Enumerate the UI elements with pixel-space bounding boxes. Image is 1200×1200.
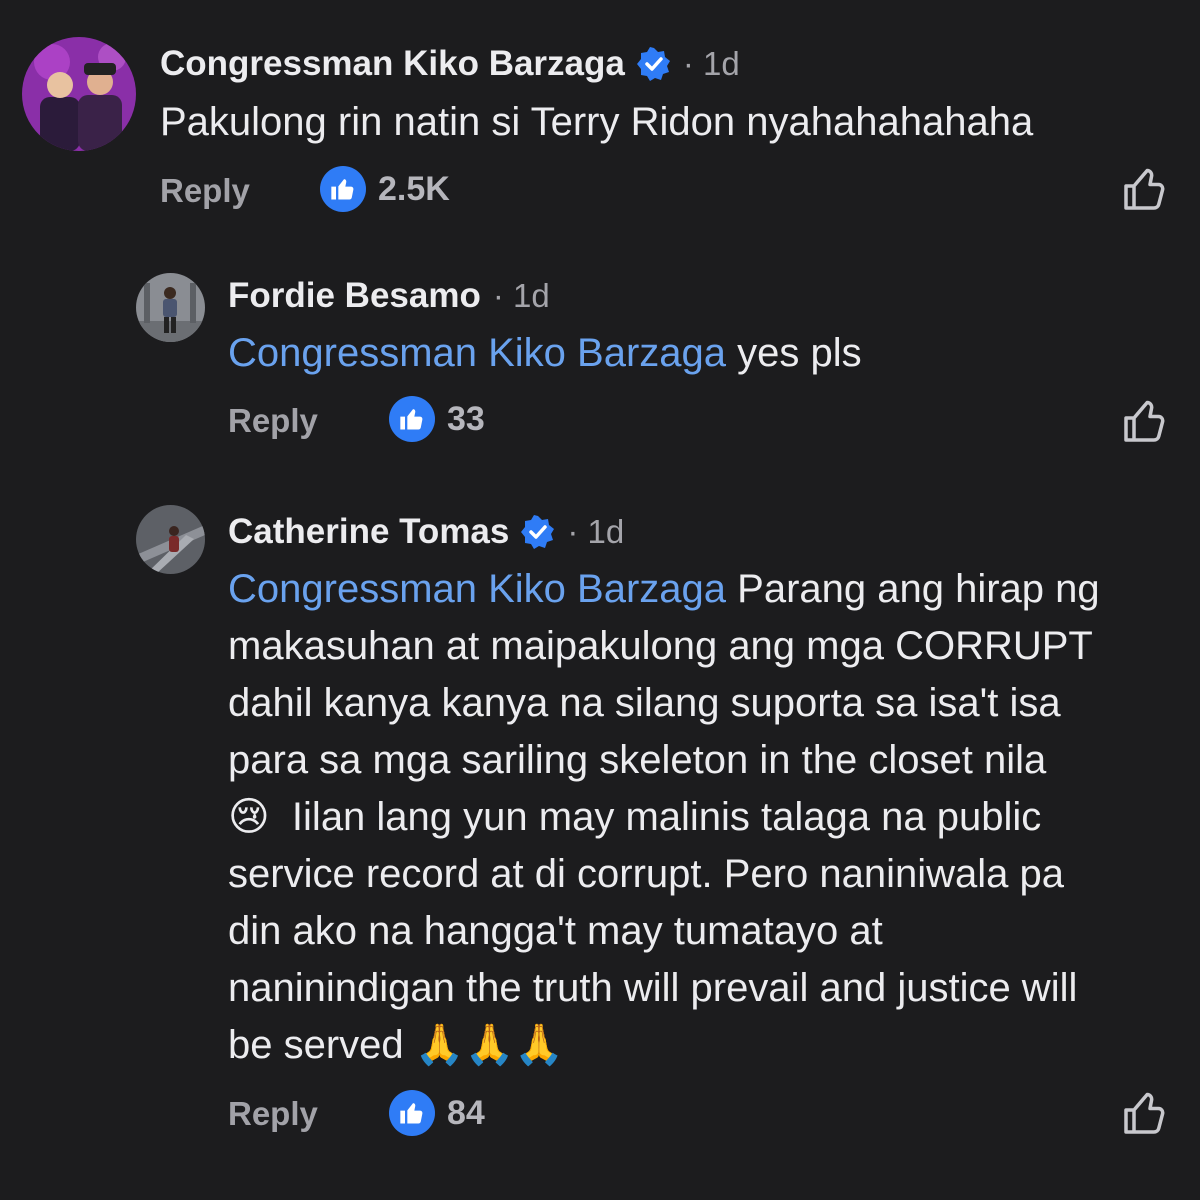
comment-time: · 1d xyxy=(682,45,740,82)
thumbs-up-icon xyxy=(389,1090,435,1136)
avatar[interactable] xyxy=(22,37,136,151)
verified-badge-icon xyxy=(636,47,671,81)
comment-text: Congressman Kiko Barzaga yes pls xyxy=(228,325,862,382)
author-name[interactable]: Congressman Kiko Barzaga xyxy=(160,44,625,84)
reply-button[interactable]: Reply xyxy=(228,402,318,440)
mention-link[interactable]: Congressman Kiko Barzaga xyxy=(228,567,726,611)
like-summary[interactable]: 2.5K xyxy=(320,166,450,212)
comment-time: · 1d xyxy=(492,277,550,314)
like-summary[interactable]: 33 xyxy=(389,396,485,442)
like-count: 33 xyxy=(447,399,485,438)
thumbs-up-outline-icon[interactable] xyxy=(1120,164,1170,214)
comment-header: Catherine Tomas · 1d xyxy=(228,512,624,552)
thumbs-up-outline-icon[interactable] xyxy=(1120,396,1170,446)
like-count: 2.5K xyxy=(378,169,450,208)
comment-text: Congressman Kiko Barzaga Parang ang hira… xyxy=(228,561,1188,1074)
comment-text: Pakulong rin natin si Terry Ridon nyahah… xyxy=(160,94,1033,151)
comment-body: Pakulong rin natin si Terry Ridon nyahah… xyxy=(160,100,1034,144)
comment-time: · 1d xyxy=(567,513,625,550)
reply-button[interactable]: Reply xyxy=(228,1095,318,1133)
thumbs-up-icon xyxy=(389,396,435,442)
comment-body: yes pls xyxy=(726,331,862,375)
thumbs-up-outline-icon[interactable] xyxy=(1120,1088,1170,1138)
verified-badge-icon xyxy=(521,515,555,549)
reply-button[interactable]: Reply xyxy=(160,172,250,210)
comment-header: Fordie Besamo · 1d xyxy=(228,276,550,316)
like-count: 84 xyxy=(447,1093,485,1132)
avatar[interactable] xyxy=(136,273,205,342)
mention-link[interactable]: Congressman Kiko Barzaga xyxy=(228,331,726,375)
avatar[interactable] xyxy=(136,505,205,574)
like-summary[interactable]: 84 xyxy=(389,1090,485,1136)
author-name[interactable]: Fordie Besamo xyxy=(228,276,481,316)
author-name[interactable]: Catherine Tomas xyxy=(228,512,509,552)
comment-body: Parang ang hirap ng makasuhan at maipaku… xyxy=(228,567,1100,1067)
thumbs-up-icon xyxy=(320,166,366,212)
comment-header: Congressman Kiko Barzaga · 1d xyxy=(160,44,740,84)
